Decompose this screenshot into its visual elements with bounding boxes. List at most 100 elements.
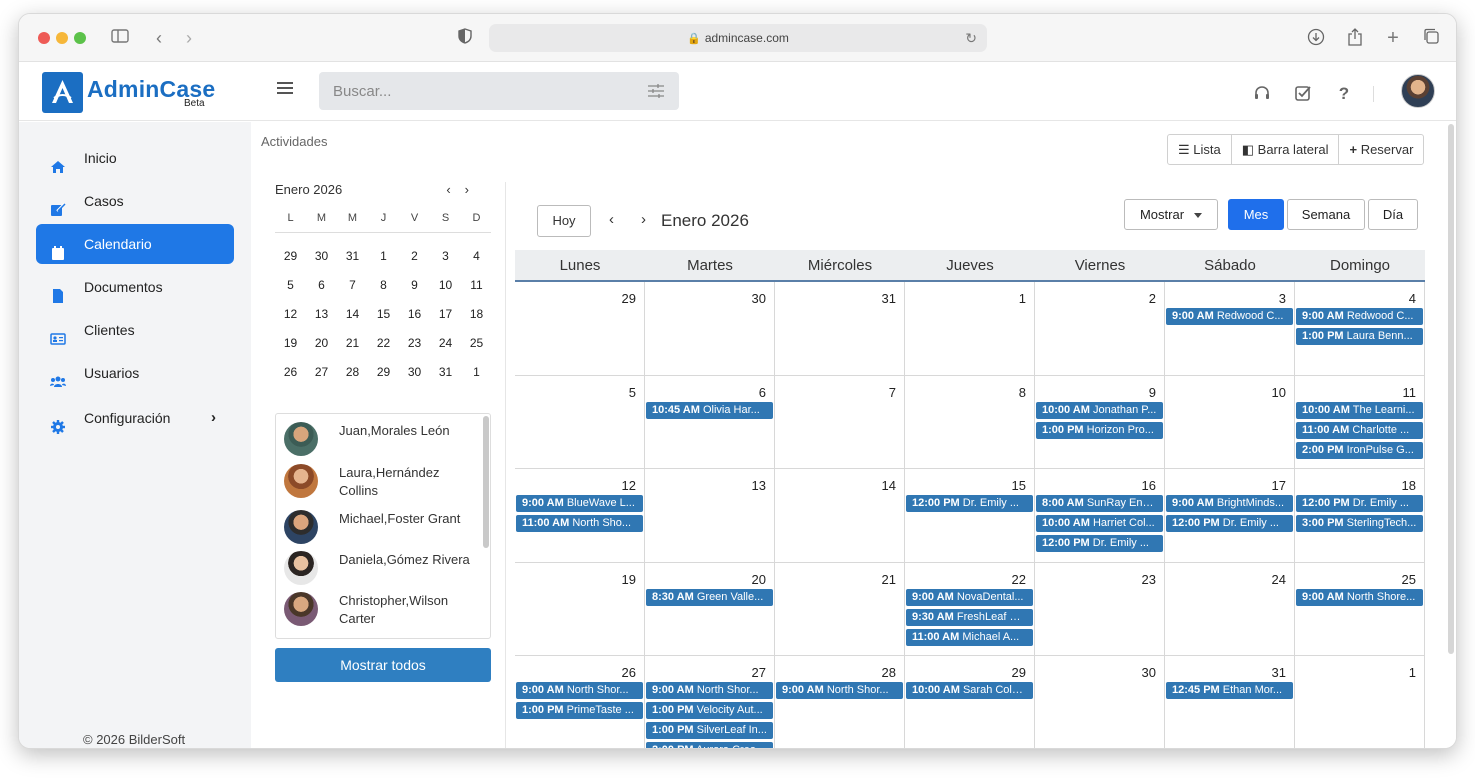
- minimize-window-button[interactable]: [56, 32, 68, 44]
- mini-next-button[interactable]: ›: [465, 182, 483, 197]
- mini-day[interactable]: 29: [275, 249, 306, 263]
- calendar-event[interactable]: 9:30 AM FreshLeaf O...: [906, 608, 1033, 626]
- calendar-day-cell[interactable]: 24: [1165, 562, 1295, 657]
- calendar-day-cell[interactable]: 26 9:00 AM North Shor... 1:00 PM PrimeTast…: [515, 656, 645, 748]
- calendar-day-cell[interactable]: 30: [645, 282, 775, 376]
- mini-day[interactable]: 19: [275, 336, 306, 350]
- calendar-event[interactable]: 12:45 PM Ethan Mor...: [1166, 682, 1293, 700]
- mini-day[interactable]: 16: [399, 307, 430, 321]
- mini-day[interactable]: 13: [306, 307, 337, 321]
- calendar-event[interactable]: 1:00 PM SilverLeaf In...: [646, 722, 773, 740]
- calendar-day-cell[interactable]: 3 9:00 AM Redwood C...: [1165, 282, 1295, 376]
- calendar-day-cell[interactable]: 19: [515, 562, 645, 657]
- calendar-event[interactable]: 12:00 PM Dr. Emily ...: [1036, 535, 1163, 553]
- show-dropdown[interactable]: Mostrar: [1124, 199, 1218, 230]
- sidebar-item-casos[interactable]: Casos: [36, 181, 234, 221]
- calendar-day-cell[interactable]: 16 8:00 AM SunRay Ene... 10:00 AM Harriet …: [1035, 469, 1165, 563]
- mini-day[interactable]: 20: [306, 336, 337, 350]
- mini-day[interactable]: 30: [306, 249, 337, 263]
- user-list-scrollbar[interactable]: [483, 416, 489, 548]
- sidebar-view-button[interactable]: ◧ Barra lateral: [1232, 135, 1340, 164]
- calendar-event[interactable]: 10:45 AM Olivia Har...: [646, 401, 773, 419]
- share-icon[interactable]: [1345, 28, 1365, 48]
- mini-day[interactable]: 14: [337, 307, 368, 321]
- calendar-event[interactable]: 12:00 PM Dr. Emily ...: [1166, 515, 1293, 533]
- mini-day[interactable]: 27: [306, 365, 337, 379]
- calendar-event[interactable]: 2:00 PM Aurora Crea...: [646, 742, 773, 748]
- calendar-day-cell[interactable]: 6 10:45 AM Olivia Har...: [645, 375, 775, 470]
- download-icon[interactable]: [1306, 28, 1326, 48]
- reload-icon[interactable]: ↻: [965, 24, 977, 52]
- sidebar-toggle-icon[interactable]: [110, 28, 130, 48]
- search-input[interactable]: [319, 72, 639, 110]
- calendar-event[interactable]: 1:00 PM PrimeTaste ...: [516, 702, 643, 720]
- mini-day[interactable]: 1: [461, 365, 492, 379]
- calendar-event[interactable]: 9:00 AM North Shor...: [516, 682, 643, 700]
- help-icon[interactable]: ?: [1334, 84, 1354, 104]
- mini-day[interactable]: 1: [368, 249, 399, 263]
- calendar-day-cell[interactable]: 17 9:00 AM BrightMinds... 12:00 PM Dr. Emi…: [1165, 469, 1295, 563]
- next-month-icon[interactable]: ›: [641, 211, 646, 228]
- calendar-event[interactable]: 1:00 PM Velocity Aut...: [646, 702, 773, 720]
- calendar-event[interactable]: 11:00 AM Charlotte ...: [1296, 421, 1423, 439]
- mini-day[interactable]: 4: [461, 249, 492, 263]
- calendar-day-cell[interactable]: 28 9:00 AM North Shor...: [775, 656, 905, 748]
- mini-day[interactable]: 12: [275, 307, 306, 321]
- address-bar[interactable]: 🔒 admincase.com ↻: [489, 24, 987, 52]
- book-button[interactable]: + Reservar: [1339, 135, 1423, 164]
- calendar-day-cell[interactable]: 25 9:00 AM North Shore...: [1295, 562, 1425, 657]
- forward-icon[interactable]: ›: [179, 28, 199, 48]
- mini-day[interactable]: 2: [399, 249, 430, 263]
- zoom-window-button[interactable]: [74, 32, 86, 44]
- logo-icon[interactable]: [42, 72, 83, 113]
- calendar-day-cell[interactable]: 13: [645, 469, 775, 563]
- calendar-event[interactable]: 10:00 AM Harriet Col...: [1036, 515, 1163, 533]
- calendar-event[interactable]: 1:00 PM Horizon Pro...: [1036, 421, 1163, 439]
- mini-day[interactable]: 23: [399, 336, 430, 350]
- mini-day[interactable]: 10: [430, 278, 461, 292]
- calendar-day-cell[interactable]: 11 10:00 AM The Learni... 11:00 AM Charlot…: [1295, 375, 1425, 470]
- mini-day[interactable]: 15: [368, 307, 399, 321]
- calendar-event[interactable]: 9:00 AM Redwood C...: [1166, 308, 1293, 325]
- tasks-check-icon[interactable]: [1293, 84, 1313, 104]
- mini-day[interactable]: 21: [337, 336, 368, 350]
- mini-day[interactable]: 22: [368, 336, 399, 350]
- sidebar-item-clientes[interactable]: Clientes: [36, 310, 234, 350]
- filter-icon[interactable]: [647, 83, 665, 99]
- mini-day[interactable]: 8: [368, 278, 399, 292]
- mini-day[interactable]: 18: [461, 307, 492, 321]
- calendar-day-cell[interactable]: 29 10:00 AM Sarah Cole...: [905, 656, 1035, 748]
- calendar-day-cell[interactable]: 21: [775, 562, 905, 657]
- calendar-day-cell[interactable]: 15 12:00 PM Dr. Emily ...: [905, 469, 1035, 563]
- mini-day[interactable]: 29: [368, 365, 399, 379]
- calendar-event[interactable]: 8:00 AM SunRay Ene...: [1036, 495, 1163, 513]
- calendar-day-cell[interactable]: 30: [1035, 656, 1165, 748]
- sidebar-item-calendario[interactable]: Calendario: [36, 224, 234, 264]
- view-month-button[interactable]: Mes: [1228, 199, 1284, 230]
- calendar-event[interactable]: 12:00 PM Dr. Emily ...: [1296, 495, 1423, 513]
- calendar-day-cell[interactable]: 31 12:45 PM Ethan Mor...: [1165, 656, 1295, 748]
- calendar-event[interactable]: 12:00 PM Dr. Emily ...: [906, 495, 1033, 513]
- calendar-day-cell[interactable]: 31: [775, 282, 905, 376]
- calendar-event[interactable]: 3:00 PM SterlingTech...: [1296, 515, 1423, 533]
- mini-day[interactable]: 24: [430, 336, 461, 350]
- calendar-day-cell[interactable]: 9 10:00 AM Jonathan P... 1:00 PM Horizon P…: [1035, 375, 1165, 470]
- sidebar-item-configuracion[interactable]: Configuración ›: [36, 398, 234, 438]
- calendar-event[interactable]: 9:00 AM North Shore...: [1296, 588, 1423, 606]
- show-all-button[interactable]: Mostrar todos: [275, 648, 491, 682]
- mini-day[interactable]: 31: [430, 365, 461, 379]
- calendar-day-cell[interactable]: 27 9:00 AM North Shor... 1:00 PM Velocity …: [645, 656, 775, 748]
- calendar-day-cell[interactable]: 1: [905, 282, 1035, 376]
- calendar-event[interactable]: 10:00 AM Sarah Cole...: [906, 682, 1033, 700]
- tabs-overview-icon[interactable]: [1421, 28, 1441, 48]
- calendar-event[interactable]: 11:00 AM North Sho...: [516, 515, 643, 533]
- calendar-day-cell[interactable]: 29: [515, 282, 645, 376]
- calendar-day-cell[interactable]: 22 9:00 AM NovaDental... 9:30 AM FreshLeaf…: [905, 562, 1035, 657]
- view-week-button[interactable]: Semana: [1287, 199, 1365, 230]
- mini-day[interactable]: 17: [430, 307, 461, 321]
- calendar-day-cell[interactable]: 7: [775, 375, 905, 470]
- calendar-event[interactable]: 10:00 AM The Learni...: [1296, 401, 1423, 419]
- mini-day[interactable]: 7: [337, 278, 368, 292]
- calendar-day-cell[interactable]: 10: [1165, 375, 1295, 470]
- headset-icon[interactable]: [1252, 84, 1272, 104]
